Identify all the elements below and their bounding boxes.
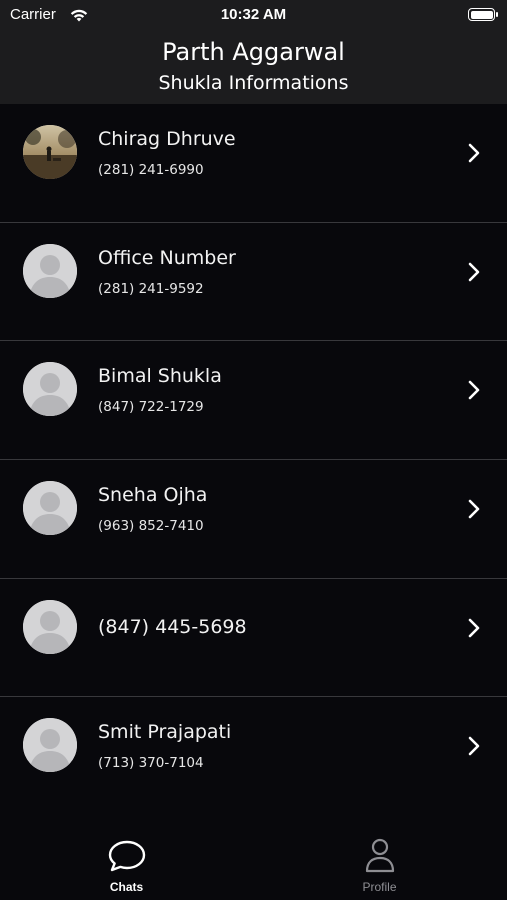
chevron-right-icon (468, 618, 480, 638)
chevron-right-icon (468, 143, 480, 163)
contact-name: Bimal Shukla (98, 365, 222, 388)
page-subtitle: Shukla Informations (158, 72, 349, 94)
battery-icon (468, 8, 498, 21)
status-time: 10:32 AM (220, 6, 287, 23)
contact-list: Chirag Dhruve (281) 241-6990 Office Numb… (0, 104, 507, 817)
contact-phone: (281) 241-9592 (98, 280, 204, 297)
chevron-right-icon (468, 262, 480, 281)
tab-bar: Chats Profile (0, 806, 507, 900)
tab-profile-label: Profile (362, 880, 397, 894)
contact-phone: (963) 852-7410 (98, 518, 204, 535)
contact-row[interactable]: Smit Prajapati (713) 370-7104 (0, 697, 507, 817)
contact-name: Chirag Dhruve (98, 128, 236, 150)
chat-bubble-icon (108, 840, 145, 872)
default-avatar-icon (23, 243, 77, 298)
default-avatar-icon (23, 362, 77, 417)
chevron-right-icon (468, 381, 480, 400)
page-title: Parth Aggarwal (162, 38, 345, 66)
status-bar: Carrier 10:32 AM (0, 0, 507, 30)
contact-row[interactable]: Bimal Shukla (847) 722-1729 (0, 341, 507, 461)
contact-phone: (713) 370-7104 (98, 755, 204, 772)
contact-row[interactable]: (847) 445-5698 (0, 578, 507, 698)
chevron-right-icon (468, 499, 480, 519)
contact-name: Sneha Ojha (98, 484, 208, 507)
navigation-header: Parth Aggarwal Shukla Informations (0, 30, 507, 104)
contact-row[interactable]: Sneha Ojha (963) 852-7410 (0, 460, 507, 579)
contact-photo-avatar (23, 125, 77, 179)
contact-name: (847) 445-5698 (98, 615, 247, 638)
chevron-right-icon (468, 737, 480, 756)
person-icon (365, 838, 394, 873)
default-avatar-icon (23, 481, 77, 536)
tab-profile[interactable]: Profile (253, 806, 506, 900)
contact-name: Office Number (98, 246, 236, 269)
contact-row[interactable]: Chirag Dhruve (281) 241-6990 (0, 104, 507, 223)
contact-phone: (847) 722-1729 (98, 399, 204, 416)
tab-chats-label: Chats (109, 880, 144, 894)
contact-phone: (281) 241-6990 (98, 162, 204, 178)
contact-name: Smit Prajapati (98, 721, 232, 744)
tab-chats[interactable]: Chats (0, 806, 253, 900)
default-avatar-icon (23, 718, 77, 773)
contact-row[interactable]: Office Number (281) 241-9592 (0, 222, 507, 342)
default-avatar-icon (23, 599, 77, 654)
